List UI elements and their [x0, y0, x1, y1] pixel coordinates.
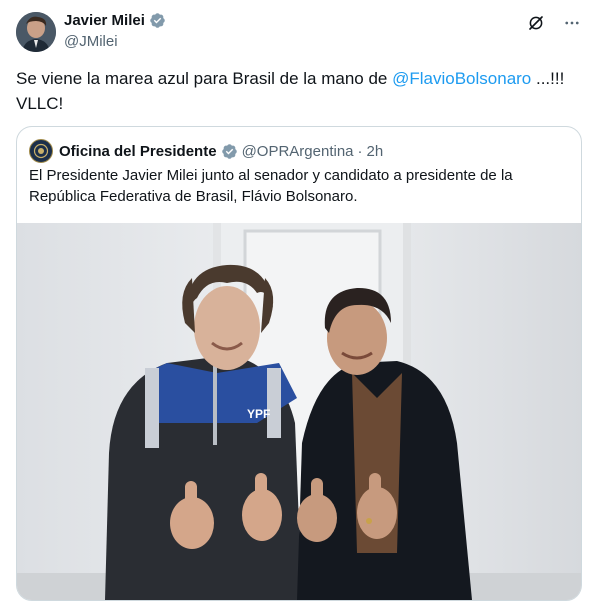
verified-icon: [149, 12, 166, 29]
photo-illustration: YPF: [17, 223, 581, 600]
grok-icon[interactable]: [525, 12, 547, 34]
tweet-text-before: Se viene la marea azul para Brasil de la…: [16, 69, 393, 88]
author-handle[interactable]: @JMilei: [64, 33, 118, 50]
quote-header: Oficina del Presidente @OPRArgentina · 2…: [29, 139, 383, 163]
verified-icon: [221, 143, 238, 160]
quoted-tweet[interactable]: Oficina del Presidente @OPRArgentina · 2…: [16, 126, 582, 601]
quote-author-handle: @OPRArgentina: [241, 142, 354, 160]
quote-avatar[interactable]: [29, 139, 53, 163]
tweet-text: Se viene la marea azul para Brasil de la…: [16, 66, 586, 116]
author-avatar[interactable]: [16, 12, 56, 52]
quote-timestamp[interactable]: 2h: [367, 143, 384, 160]
jacket-logo: YPF: [247, 407, 270, 421]
quote-author-name: Oficina del Presidente: [59, 142, 217, 160]
author-name-row: Javier Milei: [64, 12, 166, 29]
quote-photo[interactable]: YPF: [17, 223, 581, 600]
more-icon[interactable]: [561, 12, 583, 34]
author-name[interactable]: Javier Milei: [64, 12, 145, 29]
quote-text: El Presidente Javier Milei junto al sena…: [29, 167, 513, 205]
quote-separator: ·: [357, 142, 363, 160]
tweet-card: Javier Milei @JMilei Se viene la marea a…: [0, 0, 599, 610]
top-actions: [525, 12, 583, 34]
mention-link[interactable]: @FlavioBolsonaro: [392, 69, 531, 88]
